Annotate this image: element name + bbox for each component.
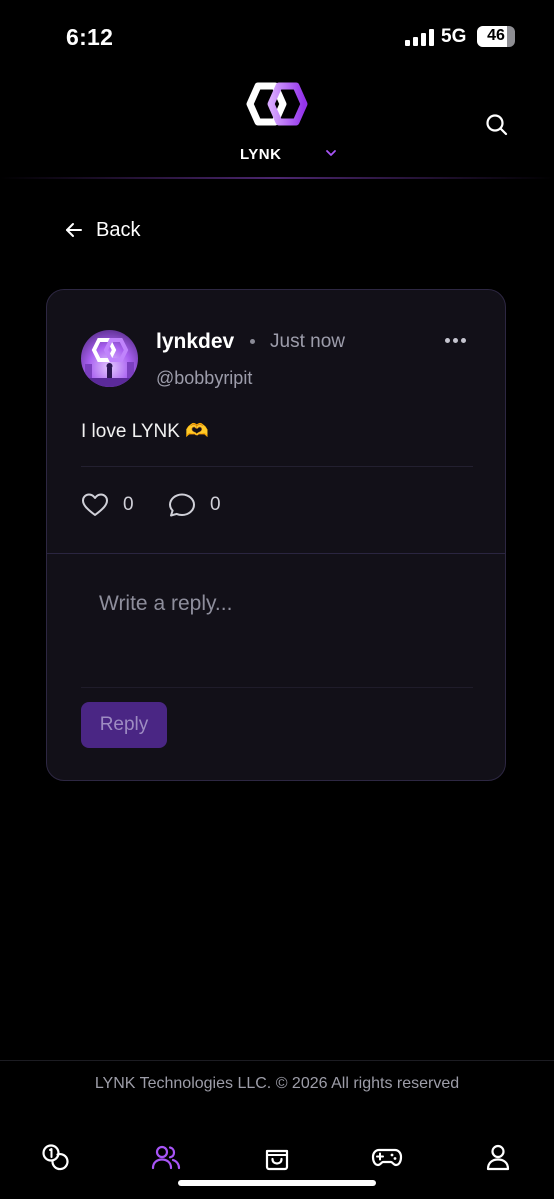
shopping-bag-icon (265, 1149, 289, 1171)
search-icon[interactable] (484, 112, 510, 138)
like-button[interactable]: 0 (81, 492, 134, 518)
more-options-icon[interactable] (445, 338, 467, 344)
cellular-signal-icon (405, 29, 434, 46)
tab-games[interactable] (370, 1140, 404, 1174)
community-icon (151, 1145, 181, 1170)
post-handle: @bobbyripit (156, 368, 253, 388)
comment-count: 0 (210, 494, 221, 515)
status-time: 6:12 (66, 24, 114, 50)
status-bar: 6:12 5G 46 (0, 0, 554, 74)
network-type: 5G (441, 26, 467, 47)
reply-input[interactable] (81, 580, 473, 688)
post-timestamp: Just now (270, 331, 345, 352)
back-button[interactable]: Back (64, 215, 140, 245)
chevron-down-icon[interactable] (324, 148, 338, 158)
tab-coins[interactable] (38, 1140, 72, 1174)
gamepad-icon (371, 1148, 403, 1167)
battery-icon: 46 (477, 26, 515, 47)
avatar[interactable] (81, 330, 138, 387)
heart-icon (82, 493, 108, 516)
tab-shop[interactable] (260, 1140, 294, 1174)
home-indicator[interactable] (178, 1180, 376, 1186)
profile-icon (486, 1144, 510, 1171)
like-count: 0 (123, 494, 134, 515)
reply-button[interactable]: Reply (81, 702, 167, 748)
avatar-image (81, 338, 138, 387)
lynk-logo (246, 82, 308, 126)
footer-copyright: LYNK Technologies LLC. © 2026 All rights… (94, 1075, 460, 1092)
tab-community[interactable] (149, 1140, 183, 1174)
brand-name[interactable]: LYNK (240, 146, 281, 163)
post-divider (81, 466, 473, 467)
app-header: LYNK (0, 74, 554, 178)
tab-profile[interactable] (481, 1140, 515, 1174)
header-divider (0, 177, 554, 179)
post-text: I love LYNK 🫶 (81, 421, 209, 442)
comment-button[interactable]: 0 (168, 492, 221, 518)
battery-level: 46 (487, 27, 505, 44)
arrow-left-icon (66, 223, 82, 237)
reply-divider (47, 553, 505, 554)
back-label: Back (96, 218, 141, 241)
comment-icon (169, 493, 195, 517)
post-card: lynkdev Just now @bobbyripit I love LYNK… (46, 289, 506, 781)
footer-divider (0, 1060, 554, 1061)
separator-dot (250, 339, 255, 344)
coins-icon (42, 1144, 69, 1171)
post-username[interactable]: lynkdev (156, 330, 234, 354)
